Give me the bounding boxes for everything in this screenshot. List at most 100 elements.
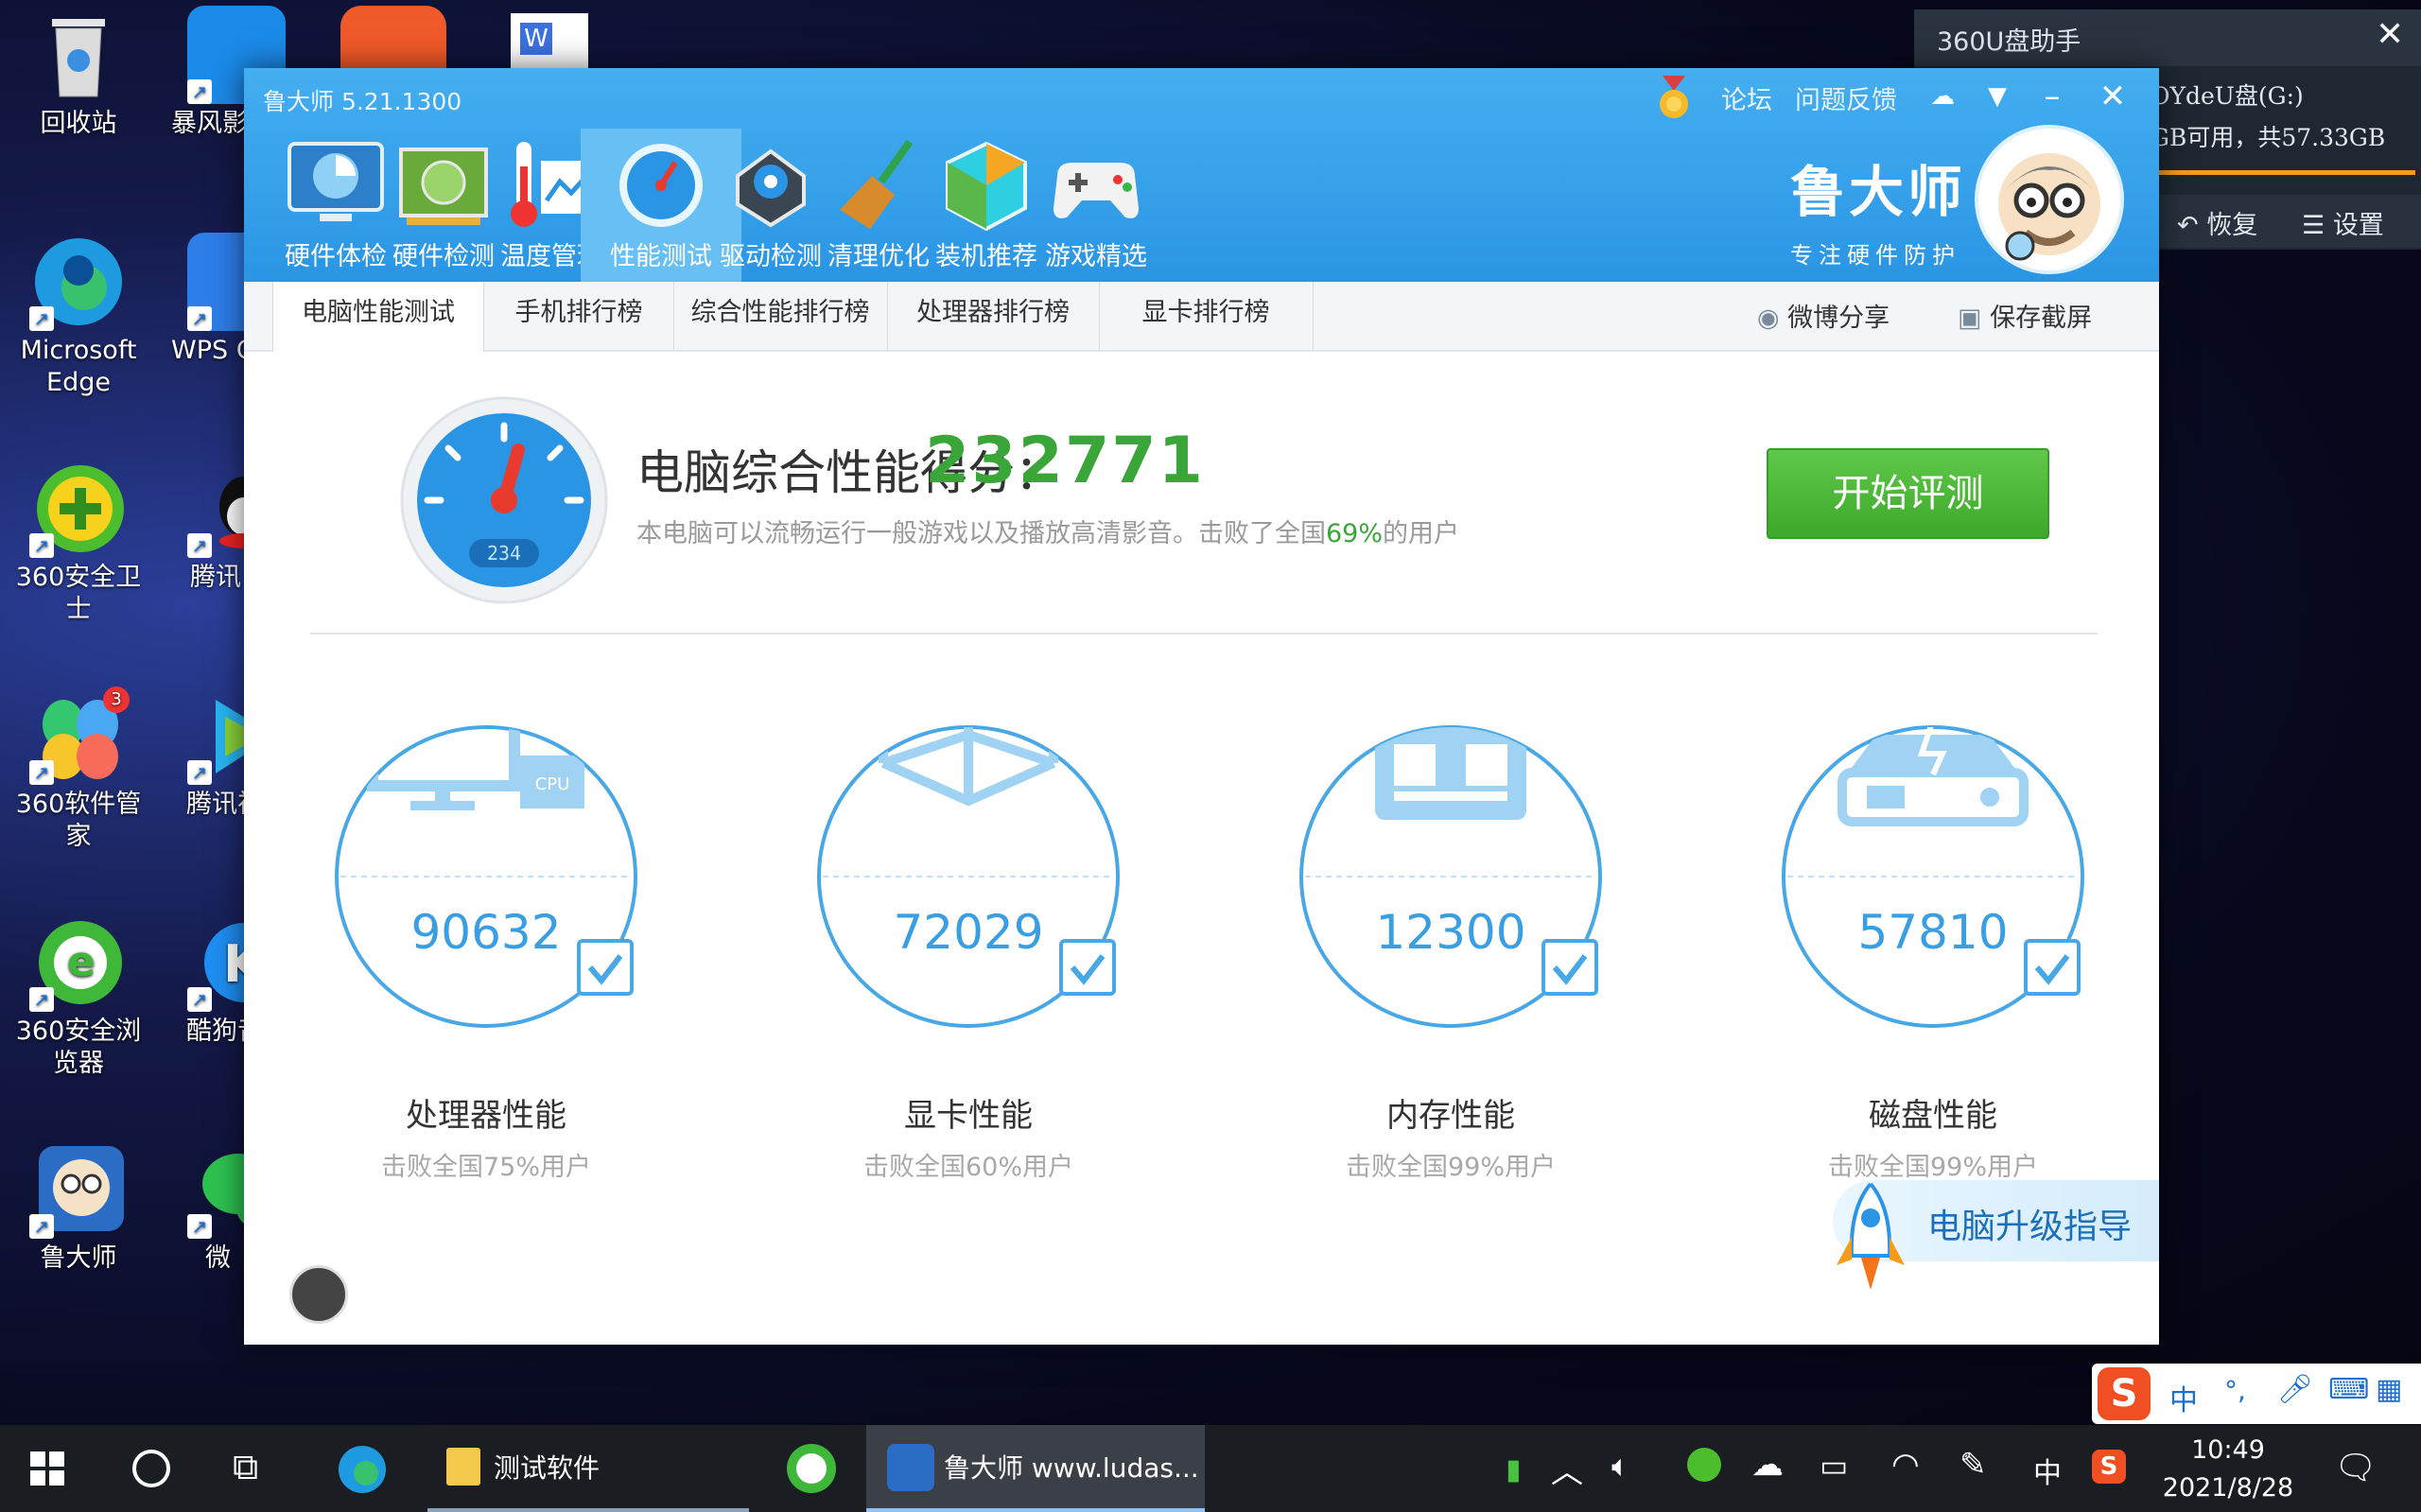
360-tray-icon[interactable] bbox=[1687, 1448, 1721, 1482]
taskbar-item-ludashi[interactable]: 鲁大师 www.ludas... bbox=[866, 1425, 1205, 1512]
wps-doc-icon[interactable]: W bbox=[511, 13, 588, 70]
keyboard-icon[interactable]: ⌨ bbox=[2328, 1373, 2369, 1406]
gpu-score: 72029 bbox=[893, 905, 1044, 960]
gpu-label: 显卡性能 bbox=[904, 1097, 1033, 1135]
taskbar-item-test-software[interactable]: 测试软件 bbox=[427, 1425, 749, 1512]
disk-label: 磁盘性能 bbox=[1869, 1097, 1997, 1135]
desktop-icon-recycle-bin[interactable]: 回收站 bbox=[8, 6, 149, 140]
start-benchmark-button[interactable]: 开始评测 bbox=[1767, 448, 2049, 539]
edge-taskbar-icon[interactable] bbox=[337, 1444, 388, 1495]
tab-overall-ranking[interactable]: 综合性能排行榜 bbox=[673, 282, 888, 350]
cpu-rank: 击败全国75%用户 bbox=[380, 1153, 591, 1182]
volume-icon[interactable]: 🔈︎ bbox=[1611, 1448, 1629, 1485]
weibo-share-button[interactable]: ◉ 微博分享 bbox=[1757, 297, 1890, 334]
notification-badge: 3 bbox=[103, 686, 130, 713]
brand-name: 鲁大师 bbox=[1790, 160, 1967, 224]
gpu-score-circle[interactable]: 72029 bbox=[817, 725, 1120, 1028]
drive-space: GB可用，共57.33GB bbox=[2151, 124, 2386, 151]
desktop-icon-label: 360软件管家 bbox=[15, 790, 142, 851]
ludashi-icon: ↗ bbox=[29, 1140, 128, 1239]
tab-bar: 电脑性能测试 手机排行榜 综合性能排行榜 处理器排行榜 显卡排行榜 ◉ 微博分享… bbox=[244, 282, 2159, 352]
cpu-score-circle[interactable]: CPU 90632 bbox=[335, 725, 637, 1028]
windows-start-icon[interactable] bbox=[30, 1451, 64, 1486]
desktop-icon-360-guard[interactable]: ↗ 360安全卫士 bbox=[8, 460, 149, 626]
sogou-logo-icon[interactable]: S bbox=[2098, 1367, 2151, 1420]
svg-text:e: e bbox=[67, 938, 96, 986]
pen-icon[interactable]: ✎ bbox=[1959, 1446, 1987, 1484]
360-browser-taskbar-icon[interactable] bbox=[785, 1442, 838, 1495]
score-percent: 69% bbox=[1326, 519, 1384, 548]
tab-gpu-ranking[interactable]: 显卡排行榜 bbox=[1099, 282, 1314, 350]
desktop-icon-ludashi[interactable]: ↗ 鲁大师 bbox=[8, 1140, 149, 1275]
menu-icon[interactable]: ▼ bbox=[1977, 76, 2018, 117]
desktop-icon-360-browser[interactable]: e ↗ 360安全浏览器 bbox=[8, 913, 149, 1080]
sogou-tray-icon[interactable]: S bbox=[2092, 1450, 2126, 1484]
minimize-button[interactable]: – bbox=[2031, 76, 2073, 117]
drive-name: OYdeU盘(G:) bbox=[2151, 82, 2304, 110]
desktop-icon-label: 鲁大师 bbox=[40, 1243, 117, 1273]
360-browser-icon: e ↗ bbox=[29, 913, 128, 1012]
taskbar-item-label: 测试软件 bbox=[494, 1452, 601, 1484]
ime-indicator[interactable]: 中 bbox=[2033, 1450, 2062, 1491]
punctuation-icon[interactable]: °, bbox=[2224, 1375, 2246, 1406]
save-screenshot-label: 保存截屏 bbox=[1990, 304, 2093, 333]
feedback-link[interactable]: 问题反馈 bbox=[1795, 79, 1897, 116]
score-description: 本电脑可以流畅运行一般游戏以及播放高清影音。击败了全国69%的用户 bbox=[636, 513, 1459, 549]
memory-score-circle[interactable]: 12300 bbox=[1299, 725, 1602, 1028]
forum-link[interactable]: 论坛 bbox=[1721, 79, 1772, 116]
score-value: 232771 bbox=[925, 424, 1205, 498]
desktop-icon-edge[interactable]: ↗ Microsoft Edge bbox=[8, 233, 149, 399]
desktop-icon-360-software[interactable]: 3 ↗ 360软件管家 bbox=[8, 686, 149, 853]
grid-icon[interactable]: ▦ bbox=[2376, 1373, 2402, 1406]
score-gauge-icon: 234 bbox=[399, 395, 609, 605]
save-screenshot-button[interactable]: ▣ 保存截屏 bbox=[1958, 297, 2092, 334]
desktop-icon-label: 360安全卫士 bbox=[15, 563, 142, 624]
desktop-icon-label: Microsoft Edge bbox=[20, 336, 137, 397]
disk-score-circle[interactable]: 57810 bbox=[1782, 725, 2084, 1028]
clock-time: 10:49 bbox=[2191, 1435, 2265, 1465]
ludashi-window: 鲁大师 5.21.1300 论坛 问题反馈 ☁ ▼ – ✕ 硬件体检 硬件检测 … bbox=[244, 68, 2159, 1345]
camera-icon: ▣ bbox=[1958, 304, 1982, 333]
window-title: 鲁大师 5.21.1300 bbox=[263, 88, 462, 115]
medal-icon[interactable] bbox=[1655, 76, 1693, 121]
notification-center-icon[interactable]: 🗨︎ bbox=[2334, 1448, 2377, 1487]
tab-phone-ranking[interactable]: 手机排行榜 bbox=[484, 282, 674, 350]
edge-icon: ↗ bbox=[29, 233, 128, 331]
restore-button[interactable]: ↶ 恢复 bbox=[2177, 204, 2257, 241]
tab-pc-performance[interactable]: 电脑性能测试 bbox=[272, 282, 484, 352]
settings-label: 设置 bbox=[2332, 211, 2384, 240]
brand: 鲁大师 专注硬件防护 bbox=[1790, 148, 1966, 269]
desktop-icon-label: 回收站 bbox=[40, 109, 117, 138]
divider bbox=[310, 633, 2098, 634]
weibo-icon: ◉ bbox=[1757, 304, 1780, 333]
close-icon[interactable]: ✕ bbox=[2376, 15, 2404, 54]
upgrade-guide-label: 电脑升级指导 bbox=[1927, 1208, 2133, 1246]
drive-usage-bar bbox=[2151, 170, 2415, 175]
list-icon: ☰ bbox=[2302, 211, 2325, 240]
clock[interactable]: 10:49 2021/8/28 bbox=[2162, 1434, 2294, 1504]
close-button[interactable]: ✕ bbox=[2092, 76, 2134, 117]
disk-score: 57810 bbox=[1857, 905, 2009, 960]
ludashi-mascot-avatar[interactable] bbox=[1975, 125, 2124, 274]
taskbar: ⧉ 测试软件 鲁大师 www.ludas... ▮ ︿ 🔈︎ ☁ ▭ ◠ ✎ 中… bbox=[0, 1425, 2421, 1512]
usb-tray-icon[interactable]: ▮ bbox=[1506, 1453, 1522, 1486]
microphone-icon[interactable]: 🎤︎ bbox=[2277, 1373, 2313, 1406]
disk-rank: 击败全国99%用户 bbox=[1827, 1153, 2038, 1182]
restore-label: 恢复 bbox=[2206, 211, 2258, 240]
mascot-small-icon[interactable] bbox=[289, 1265, 348, 1324]
tab-cpu-ranking[interactable]: 处理器排行榜 bbox=[887, 282, 1100, 350]
ime-lang[interactable]: 中 bbox=[2169, 1377, 2198, 1418]
skin-icon[interactable]: ☁ bbox=[1922, 76, 1963, 117]
battery-icon[interactable]: ▭ bbox=[1820, 1448, 1848, 1484]
chevron-up-icon[interactable]: ︿ bbox=[1551, 1446, 1583, 1492]
weibo-share-label: 微博分享 bbox=[1787, 304, 1890, 333]
settings-button[interactable]: ☰ 设置 bbox=[2302, 204, 2384, 241]
wifi-icon[interactable]: ◠ bbox=[1891, 1446, 1920, 1484]
tool-game-picks[interactable]: 游戏精选 bbox=[1016, 129, 1176, 282]
cpu-score: 90632 bbox=[410, 905, 562, 960]
search-icon[interactable] bbox=[132, 1450, 170, 1487]
video-app-icon[interactable] bbox=[340, 6, 446, 68]
cloud-icon[interactable]: ☁ bbox=[1751, 1446, 1784, 1484]
task-view-icon[interactable]: ⧉ bbox=[233, 1446, 258, 1488]
ime-toolbar: S 中 °, 🎤︎ ⌨ ▦ bbox=[2092, 1364, 2421, 1424]
